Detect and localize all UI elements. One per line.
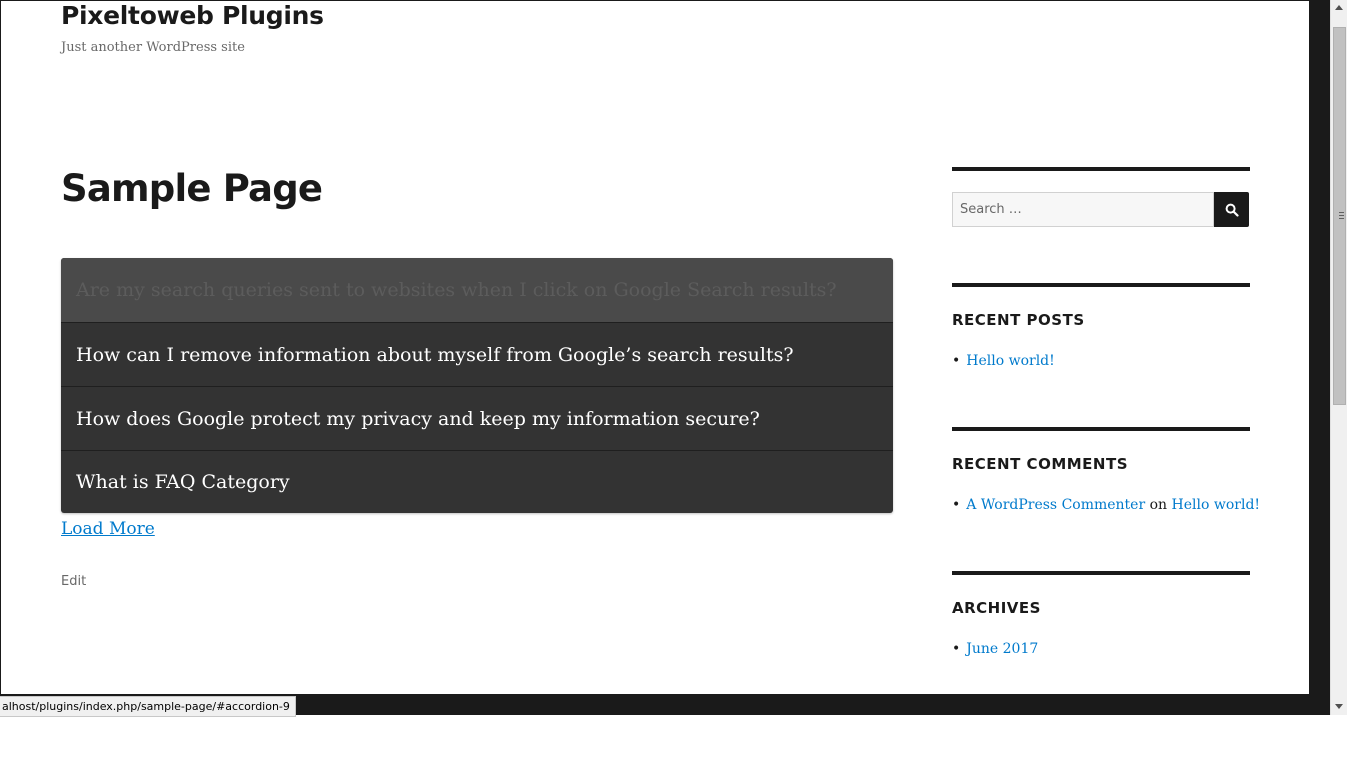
list-item: A WordPress Commenter on Hello world!: [952, 497, 1260, 513]
load-more-link[interactable]: Load More: [61, 519, 155, 539]
list-item: Hello world!: [952, 353, 1055, 369]
status-bar-url: alhost/plugins/index.php/sample-page/#ac…: [0, 696, 296, 717]
scroll-down-arrow-icon[interactable]: [1335, 704, 1343, 709]
edit-link[interactable]: Edit: [61, 574, 86, 589]
recent-posts-widget: RECENT POSTS Hello world!: [952, 283, 1250, 387]
faq-item[interactable]: How can I remove information about mysel…: [61, 322, 893, 386]
search-form: [952, 192, 1250, 227]
search-icon: [1225, 203, 1239, 217]
recent-posts-list: Hello world!: [952, 353, 1055, 369]
archives-list: June 2017: [952, 641, 1038, 657]
faq-item[interactable]: What is FAQ Category: [61, 450, 893, 513]
page-title: Sample Page: [61, 167, 323, 210]
recent-comments-list: A WordPress Commenter on Hello world!: [952, 497, 1260, 513]
faq-item[interactable]: Are my search queries sent to websites w…: [61, 258, 893, 322]
scroll-up-arrow-icon[interactable]: [1335, 5, 1343, 10]
grip-line: [1339, 215, 1344, 216]
site-tagline: Just another WordPress site: [61, 40, 245, 55]
comment-connector: on: [1149, 497, 1168, 513]
comment-author-link[interactable]: A WordPress Commenter: [966, 497, 1145, 513]
recent-comments-title: RECENT COMMENTS: [952, 455, 1129, 473]
grip-line: [1339, 212, 1344, 213]
site-title[interactable]: Pixeltoweb Plugins: [61, 1, 324, 30]
faq-accordion: Are my search queries sent to websites w…: [61, 258, 893, 513]
comment-post-link[interactable]: Hello world!: [1172, 497, 1261, 513]
recent-post-link[interactable]: Hello world!: [966, 353, 1055, 369]
recent-comments-widget: RECENT COMMENTS A WordPress Commenter on…: [952, 427, 1260, 531]
search-button[interactable]: [1214, 192, 1249, 227]
search-input[interactable]: [952, 192, 1214, 227]
archives-title: ARCHIVES: [952, 599, 1041, 617]
archives-widget: ARCHIVES June 2017: [952, 571, 1250, 675]
grip-line: [1339, 218, 1344, 219]
recent-posts-title: RECENT POSTS: [952, 311, 1085, 329]
archive-link[interactable]: June 2017: [966, 641, 1038, 657]
list-item: June 2017: [952, 641, 1038, 657]
vertical-scrollbar[interactable]: [1330, 0, 1347, 715]
page-viewport: Pixeltoweb Plugins Just another WordPres…: [1, 1, 1309, 694]
scroll-thumb[interactable]: [1333, 27, 1346, 405]
faq-item[interactable]: How does Google protect my privacy and k…: [61, 386, 893, 450]
search-widget: [952, 167, 1250, 231]
